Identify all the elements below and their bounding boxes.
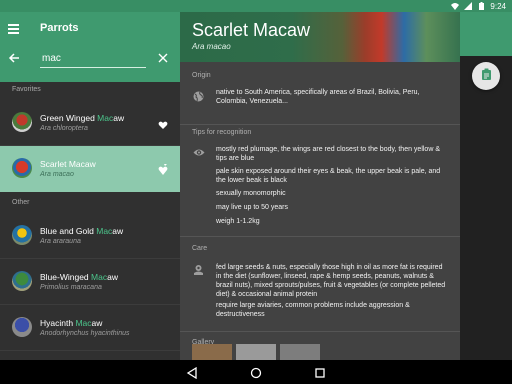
avatar bbox=[12, 158, 32, 178]
item-title: Blue-Winged Macaw bbox=[40, 272, 118, 282]
battery-icon bbox=[477, 2, 485, 10]
tip-item: mostly red plumage, the wings are red cl… bbox=[216, 146, 440, 162]
list-item[interactable]: Hyacinth Macaw Anodorhynchus hyacinthinu… bbox=[0, 305, 180, 351]
detail-title: Scarlet Macaw bbox=[192, 20, 311, 40]
tips-label: Tips for recognition bbox=[192, 129, 252, 136]
origin-text: native to South America, specifically ar… bbox=[216, 89, 420, 105]
list-item[interactable]: Green Winged Macaw Ara chloroptera bbox=[0, 100, 180, 146]
hero-image: Scarlet Macaw Ara macao bbox=[180, 12, 460, 62]
origin-label: Origin bbox=[192, 72, 211, 79]
care-item: fed large seeds & nuts, especially those… bbox=[216, 264, 446, 298]
avatar bbox=[12, 317, 32, 337]
heart-icon[interactable] bbox=[158, 163, 170, 175]
parrot-list-panel: Parrots Favorites Green Winged Macaw Ara… bbox=[0, 0, 180, 360]
back-nav-icon[interactable] bbox=[186, 366, 198, 380]
right-gutter-header bbox=[460, 12, 512, 56]
item-title: Scarlet Macaw bbox=[40, 159, 96, 169]
list-item[interactable]: Blue and Gold Macaw Ara ararauna bbox=[0, 213, 180, 259]
tip-item: may live up to 50 years bbox=[216, 204, 288, 211]
item-latin-name: Ara macao bbox=[40, 171, 74, 178]
item-latin-name: Ara chloroptera bbox=[40, 125, 88, 132]
recents-nav-icon[interactable] bbox=[314, 366, 326, 378]
home-nav-icon[interactable] bbox=[250, 366, 262, 379]
other-section-label: Other bbox=[12, 199, 30, 206]
status-time: 9:24 bbox=[490, 1, 506, 11]
divider bbox=[180, 124, 460, 125]
arrow-back-icon[interactable] bbox=[8, 52, 22, 66]
globe-icon bbox=[193, 89, 204, 102]
fab-button[interactable] bbox=[472, 62, 500, 90]
navigation-bar bbox=[0, 360, 512, 384]
care-icon bbox=[193, 263, 204, 275]
search-input[interactable] bbox=[40, 50, 146, 68]
avatar bbox=[12, 112, 32, 132]
signal-icon bbox=[464, 2, 473, 10]
tip-item: weigh 1-1.2kg bbox=[216, 218, 260, 225]
care-item: require large aviaries, common problems … bbox=[216, 302, 410, 318]
tip-item: pale skin exposed around their eyes & be… bbox=[216, 168, 441, 184]
status-bar: 9:24 bbox=[0, 0, 512, 12]
item-title: Hyacinth Macaw bbox=[40, 318, 103, 328]
list-item[interactable]: Blue-Winged Macaw Primolius maracana bbox=[0, 259, 180, 305]
list-header: Parrots bbox=[0, 12, 180, 82]
divider bbox=[180, 331, 460, 332]
item-latin-name: Ara ararauna bbox=[40, 238, 81, 245]
clipboard-icon bbox=[481, 67, 492, 85]
item-latin-name: Anodorhynchus hyacinthinus bbox=[40, 330, 130, 337]
heart-icon[interactable] bbox=[158, 117, 170, 129]
avatar bbox=[12, 225, 32, 245]
eye-icon bbox=[193, 145, 205, 156]
item-latin-name: Primolius maracana bbox=[40, 284, 102, 291]
tip-item: sexually monomorphic bbox=[216, 190, 286, 197]
detail-latin-name: Ara macao bbox=[192, 42, 231, 51]
avatar bbox=[12, 271, 32, 291]
care-label: Care bbox=[192, 245, 208, 252]
close-icon[interactable] bbox=[158, 52, 170, 66]
list-item-selected[interactable]: Scarlet Macaw Ara macao bbox=[0, 146, 180, 192]
divider bbox=[180, 236, 460, 237]
wifi-icon bbox=[451, 2, 460, 10]
favorites-section-label: Favorites bbox=[12, 86, 41, 93]
item-title: Blue and Gold Macaw bbox=[40, 226, 124, 236]
item-title: Green Winged Macaw bbox=[40, 113, 125, 123]
app-title: Parrots bbox=[40, 22, 79, 34]
detail-panel: Scarlet Macaw Ara macao Origin native to… bbox=[180, 12, 460, 360]
menu-icon[interactable] bbox=[8, 22, 22, 36]
